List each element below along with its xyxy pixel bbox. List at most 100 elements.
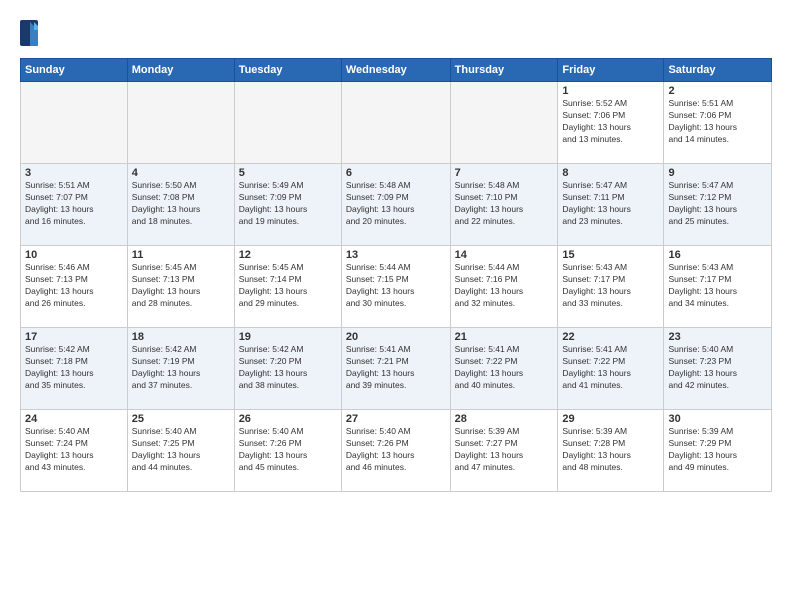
day-number: 22 [562, 331, 659, 343]
calendar-cell: 9Sunrise: 5:47 AM Sunset: 7:12 PM Daylig… [664, 164, 772, 246]
day-number: 16 [668, 249, 767, 261]
day-info: Sunrise: 5:43 AM Sunset: 7:17 PM Dayligh… [668, 262, 767, 310]
day-info: Sunrise: 5:39 AM Sunset: 7:27 PM Dayligh… [455, 426, 554, 474]
day-info: Sunrise: 5:47 AM Sunset: 7:11 PM Dayligh… [562, 180, 659, 228]
day-number: 15 [562, 249, 659, 261]
calendar-day-header: Saturday [664, 59, 772, 82]
calendar-cell [127, 82, 234, 164]
day-number: 3 [25, 167, 123, 179]
calendar-cell: 15Sunrise: 5:43 AM Sunset: 7:17 PM Dayli… [558, 246, 664, 328]
day-info: Sunrise: 5:41 AM Sunset: 7:22 PM Dayligh… [455, 344, 554, 392]
calendar-cell: 28Sunrise: 5:39 AM Sunset: 7:27 PM Dayli… [450, 410, 558, 492]
calendar-day-header: Sunday [21, 59, 128, 82]
day-number: 19 [239, 331, 337, 343]
calendar-cell: 23Sunrise: 5:40 AM Sunset: 7:23 PM Dayli… [664, 328, 772, 410]
day-number: 23 [668, 331, 767, 343]
day-info: Sunrise: 5:50 AM Sunset: 7:08 PM Dayligh… [132, 180, 230, 228]
calendar-cell: 5Sunrise: 5:49 AM Sunset: 7:09 PM Daylig… [234, 164, 341, 246]
calendar-cell: 18Sunrise: 5:42 AM Sunset: 7:19 PM Dayli… [127, 328, 234, 410]
day-info: Sunrise: 5:48 AM Sunset: 7:09 PM Dayligh… [346, 180, 446, 228]
day-number: 2 [668, 85, 767, 97]
day-info: Sunrise: 5:42 AM Sunset: 7:18 PM Dayligh… [25, 344, 123, 392]
day-info: Sunrise: 5:39 AM Sunset: 7:29 PM Dayligh… [668, 426, 767, 474]
day-info: Sunrise: 5:51 AM Sunset: 7:06 PM Dayligh… [668, 98, 767, 146]
calendar-cell: 14Sunrise: 5:44 AM Sunset: 7:16 PM Dayli… [450, 246, 558, 328]
calendar: SundayMondayTuesdayWednesdayThursdayFrid… [20, 58, 772, 492]
calendar-week-row: 17Sunrise: 5:42 AM Sunset: 7:18 PM Dayli… [21, 328, 772, 410]
calendar-cell: 7Sunrise: 5:48 AM Sunset: 7:10 PM Daylig… [450, 164, 558, 246]
calendar-cell: 24Sunrise: 5:40 AM Sunset: 7:24 PM Dayli… [21, 410, 128, 492]
day-number: 25 [132, 413, 230, 425]
calendar-cell: 20Sunrise: 5:41 AM Sunset: 7:21 PM Dayli… [341, 328, 450, 410]
day-number: 29 [562, 413, 659, 425]
calendar-week-row: 10Sunrise: 5:46 AM Sunset: 7:13 PM Dayli… [21, 246, 772, 328]
calendar-cell: 22Sunrise: 5:41 AM Sunset: 7:22 PM Dayli… [558, 328, 664, 410]
calendar-week-row: 24Sunrise: 5:40 AM Sunset: 7:24 PM Dayli… [21, 410, 772, 492]
calendar-cell: 21Sunrise: 5:41 AM Sunset: 7:22 PM Dayli… [450, 328, 558, 410]
day-number: 18 [132, 331, 230, 343]
calendar-cell: 4Sunrise: 5:50 AM Sunset: 7:08 PM Daylig… [127, 164, 234, 246]
day-number: 26 [239, 413, 337, 425]
day-info: Sunrise: 5:40 AM Sunset: 7:24 PM Dayligh… [25, 426, 123, 474]
day-info: Sunrise: 5:42 AM Sunset: 7:19 PM Dayligh… [132, 344, 230, 392]
day-number: 12 [239, 249, 337, 261]
calendar-cell: 30Sunrise: 5:39 AM Sunset: 7:29 PM Dayli… [664, 410, 772, 492]
day-number: 7 [455, 167, 554, 179]
calendar-cell: 25Sunrise: 5:40 AM Sunset: 7:25 PM Dayli… [127, 410, 234, 492]
day-number: 8 [562, 167, 659, 179]
day-number: 24 [25, 413, 123, 425]
calendar-cell: 13Sunrise: 5:44 AM Sunset: 7:15 PM Dayli… [341, 246, 450, 328]
calendar-cell: 10Sunrise: 5:46 AM Sunset: 7:13 PM Dayli… [21, 246, 128, 328]
calendar-cell: 1Sunrise: 5:52 AM Sunset: 7:06 PM Daylig… [558, 82, 664, 164]
day-number: 30 [668, 413, 767, 425]
calendar-cell [450, 82, 558, 164]
day-number: 6 [346, 167, 446, 179]
day-info: Sunrise: 5:44 AM Sunset: 7:16 PM Dayligh… [455, 262, 554, 310]
day-info: Sunrise: 5:51 AM Sunset: 7:07 PM Dayligh… [25, 180, 123, 228]
day-number: 20 [346, 331, 446, 343]
day-info: Sunrise: 5:52 AM Sunset: 7:06 PM Dayligh… [562, 98, 659, 146]
calendar-day-header: Thursday [450, 59, 558, 82]
day-number: 4 [132, 167, 230, 179]
calendar-day-header: Friday [558, 59, 664, 82]
day-info: Sunrise: 5:40 AM Sunset: 7:25 PM Dayligh… [132, 426, 230, 474]
day-info: Sunrise: 5:42 AM Sunset: 7:20 PM Dayligh… [239, 344, 337, 392]
day-number: 10 [25, 249, 123, 261]
calendar-cell: 27Sunrise: 5:40 AM Sunset: 7:26 PM Dayli… [341, 410, 450, 492]
calendar-cell: 2Sunrise: 5:51 AM Sunset: 7:06 PM Daylig… [664, 82, 772, 164]
day-number: 1 [562, 85, 659, 97]
day-info: Sunrise: 5:39 AM Sunset: 7:28 PM Dayligh… [562, 426, 659, 474]
day-number: 14 [455, 249, 554, 261]
calendar-cell: 11Sunrise: 5:45 AM Sunset: 7:13 PM Dayli… [127, 246, 234, 328]
day-info: Sunrise: 5:47 AM Sunset: 7:12 PM Dayligh… [668, 180, 767, 228]
logo [20, 20, 42, 48]
calendar-day-header: Wednesday [341, 59, 450, 82]
day-info: Sunrise: 5:46 AM Sunset: 7:13 PM Dayligh… [25, 262, 123, 310]
day-info: Sunrise: 5:40 AM Sunset: 7:26 PM Dayligh… [239, 426, 337, 474]
day-number: 27 [346, 413, 446, 425]
page: SundayMondayTuesdayWednesdayThursdayFrid… [0, 0, 792, 612]
calendar-cell [234, 82, 341, 164]
calendar-week-row: 3Sunrise: 5:51 AM Sunset: 7:07 PM Daylig… [21, 164, 772, 246]
calendar-cell: 16Sunrise: 5:43 AM Sunset: 7:17 PM Dayli… [664, 246, 772, 328]
calendar-cell: 12Sunrise: 5:45 AM Sunset: 7:14 PM Dayli… [234, 246, 341, 328]
day-info: Sunrise: 5:41 AM Sunset: 7:21 PM Dayligh… [346, 344, 446, 392]
calendar-cell: 6Sunrise: 5:48 AM Sunset: 7:09 PM Daylig… [341, 164, 450, 246]
day-info: Sunrise: 5:40 AM Sunset: 7:23 PM Dayligh… [668, 344, 767, 392]
day-number: 9 [668, 167, 767, 179]
calendar-cell: 19Sunrise: 5:42 AM Sunset: 7:20 PM Dayli… [234, 328, 341, 410]
day-number: 13 [346, 249, 446, 261]
day-info: Sunrise: 5:45 AM Sunset: 7:14 PM Dayligh… [239, 262, 337, 310]
calendar-cell: 29Sunrise: 5:39 AM Sunset: 7:28 PM Dayli… [558, 410, 664, 492]
calendar-cell: 8Sunrise: 5:47 AM Sunset: 7:11 PM Daylig… [558, 164, 664, 246]
calendar-cell: 26Sunrise: 5:40 AM Sunset: 7:26 PM Dayli… [234, 410, 341, 492]
day-info: Sunrise: 5:43 AM Sunset: 7:17 PM Dayligh… [562, 262, 659, 310]
day-info: Sunrise: 5:49 AM Sunset: 7:09 PM Dayligh… [239, 180, 337, 228]
day-number: 28 [455, 413, 554, 425]
day-info: Sunrise: 5:48 AM Sunset: 7:10 PM Dayligh… [455, 180, 554, 228]
calendar-header-row: SundayMondayTuesdayWednesdayThursdayFrid… [21, 59, 772, 82]
day-number: 5 [239, 167, 337, 179]
header [20, 16, 772, 48]
day-info: Sunrise: 5:40 AM Sunset: 7:26 PM Dayligh… [346, 426, 446, 474]
calendar-week-row: 1Sunrise: 5:52 AM Sunset: 7:06 PM Daylig… [21, 82, 772, 164]
